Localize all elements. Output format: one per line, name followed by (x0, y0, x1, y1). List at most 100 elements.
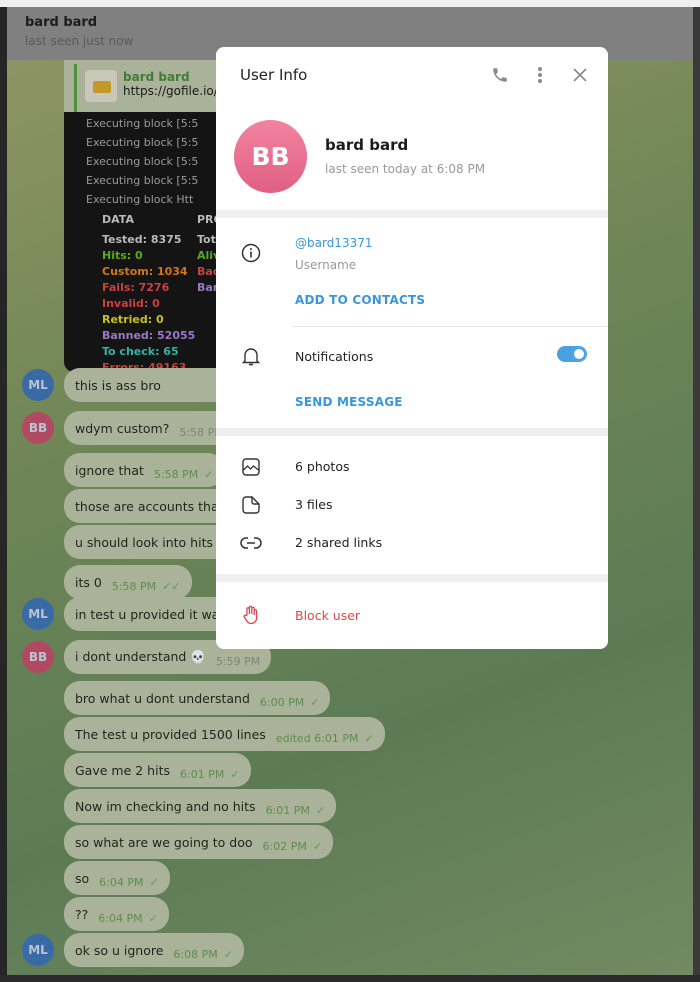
avatar[interactable]: BB (234, 120, 307, 193)
message-text: so what are we going to doo (75, 834, 253, 850)
reply-author: bard bard (123, 70, 190, 84)
message-bubble[interactable]: bro what u dont understand 6:00 PM ✓ (64, 681, 331, 715)
message-bubble[interactable]: Gave me 2 hits 6:01 PM ✓ (64, 753, 251, 787)
message-text: wdym custom? (75, 420, 170, 436)
link-icon (240, 532, 262, 554)
media-label: 6 photos (295, 459, 350, 474)
avatar[interactable]: ML (22, 934, 54, 966)
message-bubble[interactable]: so 6:04 PM ✓ (64, 861, 170, 895)
notifications-toggle[interactable] (557, 346, 587, 362)
message-text: ok so u ignore (75, 942, 164, 958)
message-bubble[interactable]: ?? 6:04 PM ✓ (64, 897, 169, 931)
message-bubble[interactable]: its 0 5:58 PM ✓✓ (64, 565, 192, 599)
sidebar-edge (0, 7, 7, 982)
media-label: 3 files (295, 497, 333, 512)
message-text: ignore that (75, 462, 144, 478)
message-row: so what are we going to doo 6:02 PM ✓ (7, 825, 693, 859)
message-row: so 6:04 PM ✓ (7, 861, 693, 895)
message-time: 5:59 PM (215, 654, 261, 668)
media-label: 2 shared links (295, 535, 383, 550)
add-to-contacts-button[interactable]: ADD TO CONTACTS (295, 293, 425, 307)
message-bubble[interactable]: ok so u ignore 6:08 PM ✓ (64, 933, 244, 967)
message-text: in test u provided it was (75, 606, 226, 622)
read-check-icon: ✓ (148, 911, 158, 925)
stat-line: Retried: 0 (102, 313, 164, 326)
username-value[interactable]: @bard13371 (295, 236, 372, 250)
close-icon[interactable] (570, 65, 590, 85)
stat-line: Tested: 8375 (102, 233, 182, 246)
message-text: Now im checking and no hits (75, 798, 256, 814)
message-row: Gave me 2 hits 6:01 PM ✓ (7, 753, 693, 787)
read-check-icon: ✓ (315, 803, 326, 817)
message-text: so (75, 870, 90, 886)
more-options-icon[interactable] (530, 65, 550, 85)
avatar[interactable]: ML (22, 598, 54, 630)
window-bottom-edge (0, 975, 700, 982)
read-check-icon: ✓ (310, 695, 320, 709)
data-header: DATA (102, 213, 134, 226)
stat-line: Custom: 1034 (102, 265, 188, 278)
message-bubble[interactable]: Now im checking and no hits 6:01 PM ✓ (64, 789, 337, 823)
section-divider (216, 574, 608, 582)
stat-line: Invalid: 0 (102, 297, 160, 310)
message-time: 6:01 PM (179, 767, 225, 781)
message-text: bro what u dont understand (75, 690, 250, 706)
hand-stop-icon (240, 604, 262, 626)
send-message-button[interactable]: SEND MESSAGE (295, 395, 403, 409)
message-text: those are accounts that (75, 498, 224, 514)
section-divider (216, 428, 608, 436)
message-time: 5:58 PM (111, 579, 157, 593)
read-check-icon: ✓ (364, 731, 374, 745)
read-check-icon: ✓✓ (162, 579, 181, 593)
file-icon (240, 494, 262, 516)
message-text: Gave me 2 hits (75, 762, 170, 778)
message-text: this is ass bro (75, 377, 161, 393)
message-text: i dont understand 💀 (75, 649, 206, 664)
chat-title: bard bard (25, 15, 98, 30)
read-check-icon: ✓ (223, 947, 233, 961)
block-user-button[interactable]: Block user (216, 582, 608, 649)
message-time: 6:04 PM (98, 911, 143, 925)
message-row: The test u provided 1500 lines edited 6:0… (7, 717, 693, 751)
message-bubble[interactable]: ignore that 5:58 PM ✓ (64, 453, 225, 487)
read-check-icon: ✓ (312, 839, 323, 853)
message-row: Now im checking and no hits 6:01 PM ✓ (7, 789, 693, 823)
message-time: edited 6:01 PM (275, 731, 359, 745)
message-text: The test u provided 1500 lines (75, 726, 266, 742)
window-top-edge (0, 0, 700, 7)
photo-icon (240, 456, 262, 478)
bell-icon (240, 345, 262, 367)
read-check-icon: ✓ (149, 875, 159, 889)
avatar[interactable]: BB (22, 412, 54, 444)
info-icon (240, 242, 262, 264)
message-text: u should look into hits (75, 534, 213, 550)
message-bubble[interactable]: so what are we going to doo 6:02 PM ✓ (64, 825, 334, 859)
media-item[interactable]: 3 files (216, 486, 608, 524)
message-time: 6:08 PM (173, 947, 218, 961)
read-check-icon: ✓ (204, 467, 214, 481)
message-bubble[interactable]: The test u provided 1500 lines edited 6:0… (64, 717, 385, 751)
stat-line: Banned: 52055 (102, 329, 196, 342)
message-time: 5:58 PM (153, 467, 199, 481)
reply-link[interactable]: https://gofile.io/ (123, 84, 218, 98)
window-right-edge (693, 7, 700, 982)
media-item[interactable]: 6 photos (216, 448, 608, 486)
message-row: ML ok so u ignore 6:08 PM ✓ (7, 933, 693, 967)
message-row: ?? 6:04 PM ✓ (7, 897, 693, 931)
divider (292, 326, 608, 327)
username-label: Username (295, 258, 357, 272)
user-name: bard bard (325, 136, 409, 154)
user-info-dialog: User Info BB bard bard last seen today a… (216, 47, 608, 649)
message-bubble[interactable]: wdym custom? 5:58 PM (64, 411, 235, 445)
message-text: ?? (75, 906, 89, 922)
phone-icon[interactable] (490, 65, 510, 85)
notifications-label: Notifications (295, 349, 374, 364)
message-time: 6:01 PM (265, 803, 310, 817)
media-item[interactable]: 2 shared links (216, 524, 608, 562)
avatar[interactable]: BB (22, 641, 54, 673)
stat-line: To check: 65 (102, 345, 179, 358)
stat-line: Hits: 0 (102, 249, 143, 262)
message-time: 6:00 PM (259, 695, 305, 709)
avatar[interactable]: ML (22, 369, 54, 401)
block-user-label: Block user (295, 608, 361, 623)
